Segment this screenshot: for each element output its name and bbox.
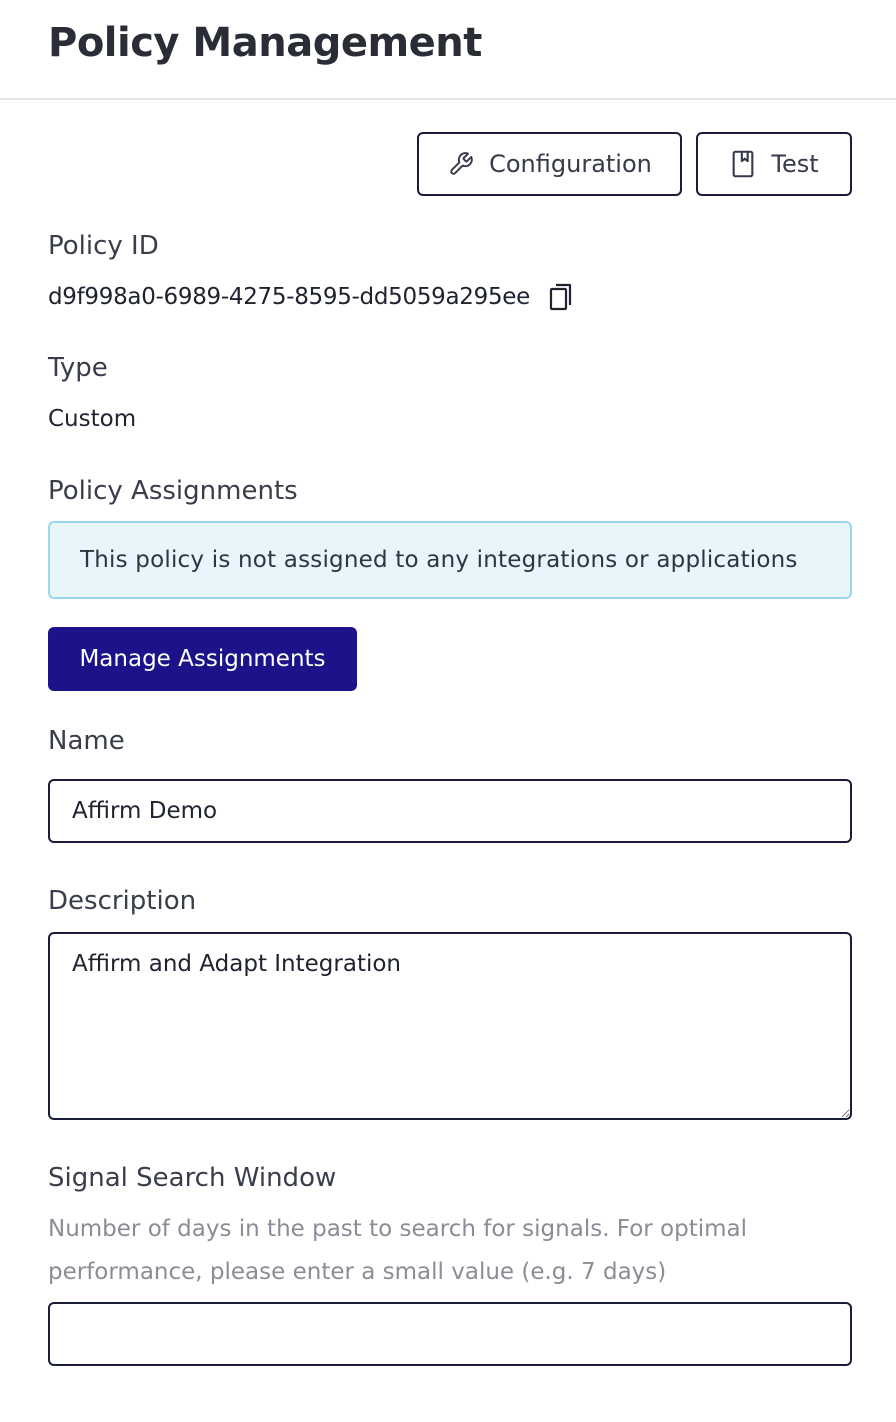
test-button-label: Test: [771, 150, 819, 178]
book-icon: [729, 150, 757, 178]
test-button[interactable]: Test: [696, 132, 852, 196]
assignment-info-text: This policy is not assigned to any integ…: [80, 547, 798, 573]
policy-id-label: Policy ID: [48, 231, 159, 261]
page-title: Policy Management: [48, 20, 482, 66]
type-value: Custom: [48, 406, 137, 432]
manage-assignments-button[interactable]: Manage Assignments: [48, 627, 357, 691]
configuration-button-label: Configuration: [489, 150, 652, 178]
type-label: Type: [48, 353, 108, 383]
name-label: Name: [48, 726, 125, 756]
description-label: Description: [48, 886, 197, 916]
name-input[interactable]: [48, 779, 852, 843]
copy-icon[interactable]: [548, 282, 576, 312]
configuration-button[interactable]: Configuration: [417, 132, 682, 196]
signal-search-window-input[interactable]: [48, 1302, 852, 1366]
assignment-info-alert: This policy is not assigned to any integ…: [48, 521, 852, 599]
policy-id-row: d9f998a0-6989-4275-8595-dd5059a295ee: [48, 280, 576, 314]
description-textarea[interactable]: Affirm and Adapt Integration: [48, 932, 852, 1120]
policy-id-value: d9f998a0-6989-4275-8595-dd5059a295ee: [48, 284, 530, 310]
signal-search-window-label: Signal Search Window: [48, 1163, 337, 1193]
signal-search-window-help: Number of days in the past to search for…: [48, 1216, 748, 1285]
page-header: Policy Management: [0, 0, 896, 100]
wrench-icon: [447, 150, 475, 178]
policy-assignments-label: Policy Assignments: [48, 476, 298, 506]
